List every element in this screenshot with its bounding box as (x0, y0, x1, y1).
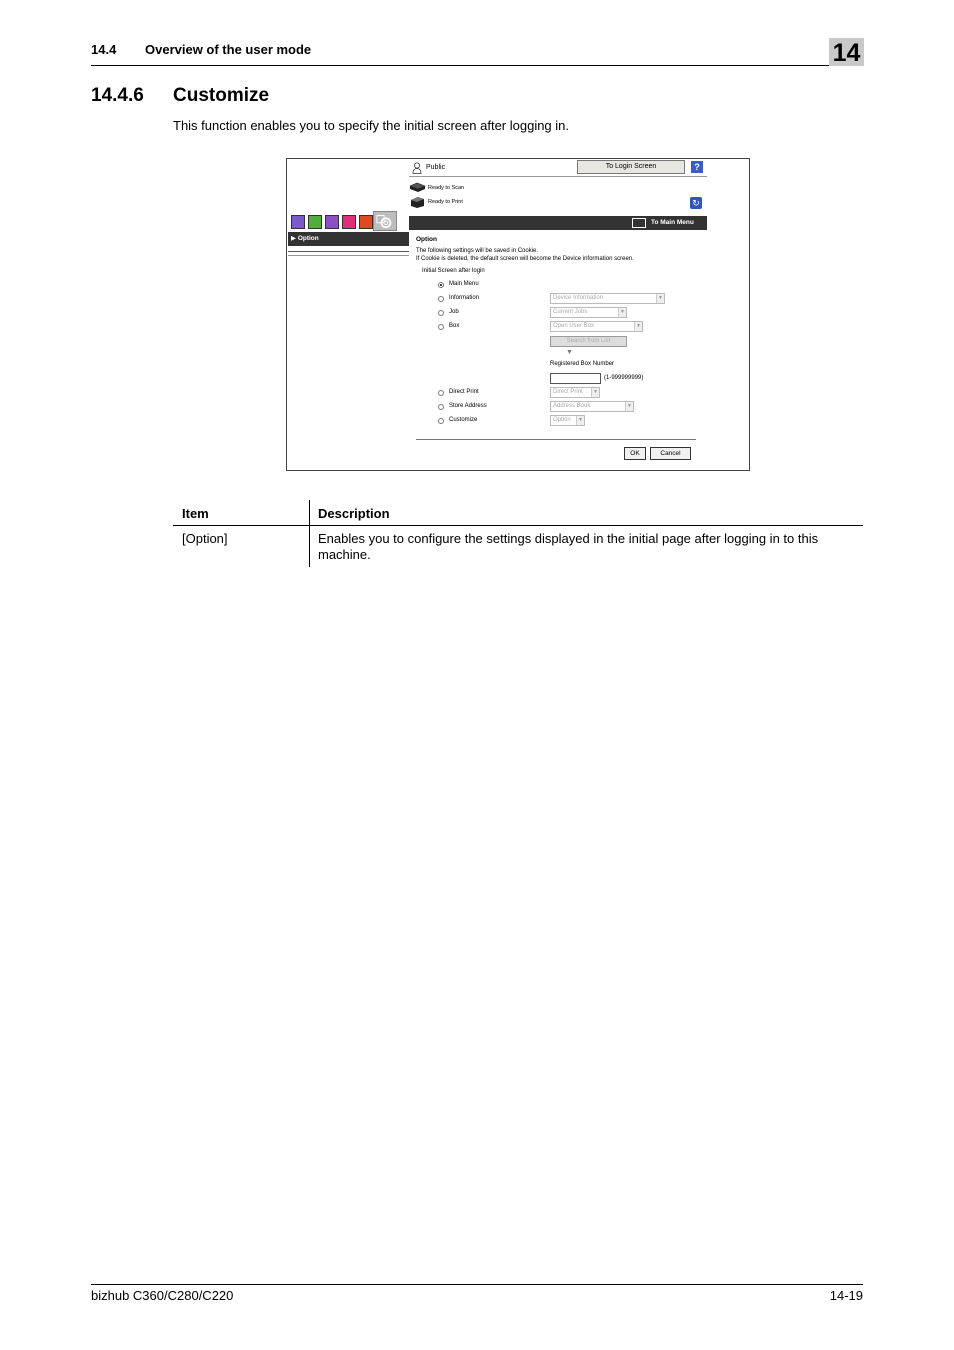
radio-job[interactable] (438, 310, 444, 316)
section-title-text: Customize (173, 85, 270, 106)
footer-product: bizhub C360/C280/C220 (91, 1288, 234, 1303)
radio-label: Direct Print (449, 389, 479, 395)
running-header: 14.4 Overview of the user mode (91, 42, 311, 57)
radio-direct-print[interactable] (438, 390, 444, 396)
tab-box-icon[interactable] (325, 215, 339, 229)
radio-information[interactable] (438, 296, 444, 302)
radio-label: Box (449, 323, 460, 329)
scanner-icon (409, 182, 426, 192)
tab-job-icon[interactable] (308, 215, 322, 229)
table-column-rule (309, 500, 310, 567)
sidebar-item-label: Option (297, 235, 319, 242)
section-title: 14.4.6 Customize (91, 85, 269, 107)
mode-tabs (289, 211, 399, 231)
tab-store-address-icon[interactable] (359, 215, 373, 229)
registered-box-input[interactable] (550, 373, 601, 384)
to-main-menu-link[interactable]: To Main Menu (651, 219, 694, 226)
header-section-number: 14.4 (91, 42, 117, 57)
header-rule (91, 65, 863, 66)
footer-rule (91, 1284, 863, 1285)
table-cell-description: Enables you to configure the settings di… (318, 531, 819, 562)
direct-print-select[interactable]: Direct Print ▼ (550, 387, 600, 398)
sidebar-divider (288, 251, 409, 252)
table-header-description: Description (318, 506, 390, 521)
radio-main-menu[interactable] (438, 282, 444, 288)
radio-label: Job (449, 309, 459, 315)
page-title: Option (416, 236, 437, 243)
user-icon (412, 162, 422, 174)
tab-information-icon[interactable] (291, 215, 305, 229)
chapter-number: 14 (829, 38, 864, 67)
sidebar-divider (288, 255, 409, 256)
form-divider (416, 439, 696, 440)
scan-status: Ready to Scan (428, 185, 465, 191)
box-select[interactable]: Open User Box ▼ (550, 321, 643, 332)
section-number: 14.4.6 (91, 85, 144, 106)
cancel-button[interactable]: Cancel (650, 447, 691, 460)
refresh-icon[interactable]: ↻ (690, 197, 702, 209)
radio-store-address[interactable] (438, 404, 444, 410)
registered-box-label: Registered Box Number (550, 361, 615, 367)
search-from-list-button[interactable]: Search from List (550, 336, 627, 347)
registered-box-range: (1-999999999) (604, 375, 644, 381)
printer-icon (411, 197, 424, 208)
cookie-note: The following settings will be saved in … (416, 248, 539, 254)
table-header-item: Item (182, 506, 209, 521)
job-select[interactable]: Current Jobs ▼ (550, 307, 627, 318)
radio-label: Customize (449, 417, 478, 423)
information-select[interactable]: Device Information ▼ (550, 293, 665, 304)
print-status: Ready to Print (428, 199, 463, 205)
footer-page-number: 14-19 (829, 1288, 863, 1303)
section-intro: This function enables you to specify the… (173, 118, 570, 133)
radio-label: Information (449, 295, 480, 301)
radio-label: Store Address (449, 403, 487, 409)
cookie-note: If Cookie is deleted, the default screen… (416, 256, 634, 262)
radio-customize[interactable] (438, 418, 444, 424)
customize-select[interactable]: Option ▼ (550, 415, 585, 426)
sidebar-item-option[interactable]: ▶ Option (288, 232, 409, 246)
table-header-rule (173, 525, 863, 526)
to-login-screen-button[interactable]: To Login Screen (577, 160, 685, 174)
header-section-title: Overview of the user mode (145, 42, 312, 57)
ok-button[interactable]: OK (624, 447, 646, 460)
tab-direct-print-icon[interactable] (342, 215, 356, 229)
help-icon[interactable]: ? (691, 161, 703, 173)
table-cell-item: [Option] (182, 531, 228, 546)
status-divider (409, 176, 707, 177)
radio-box[interactable] (438, 324, 444, 330)
user-name: Public (426, 164, 446, 171)
initial-screen-label: Initial Screen after login (422, 268, 485, 274)
down-arrow-icon: ▼ (566, 349, 573, 356)
tab-customize-gear-icon[interactable] (373, 211, 397, 231)
radio-label: Main Menu (449, 281, 479, 287)
main-menu-icon[interactable] (632, 218, 646, 228)
store-address-select[interactable]: Address Book ▼ (550, 401, 634, 412)
option-screen-screenshot: Public To Login Screen ? Ready to Scan R… (286, 158, 750, 471)
